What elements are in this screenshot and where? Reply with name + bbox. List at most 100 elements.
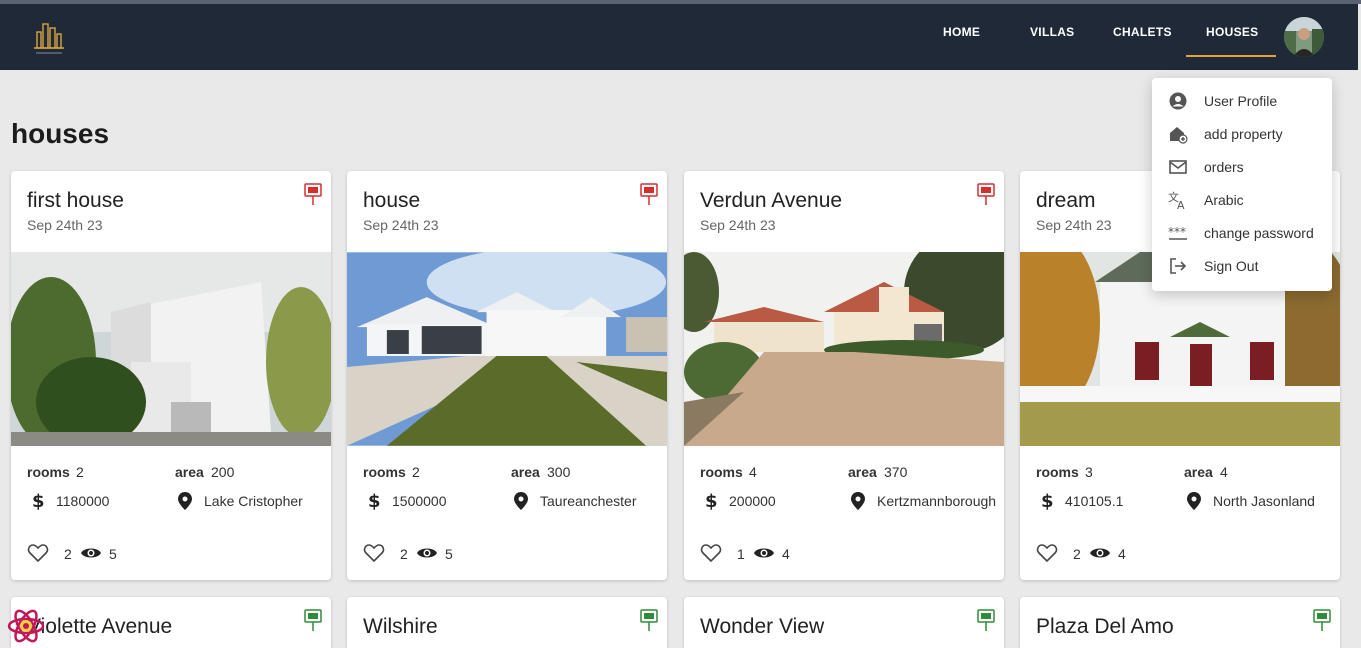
menu-item-user-profile[interactable]: User Profile bbox=[1152, 85, 1332, 118]
nav-houses[interactable]: HOUSES bbox=[1206, 25, 1258, 39]
area-value: 370 bbox=[884, 464, 908, 480]
svg-text:A: A bbox=[1177, 199, 1185, 210]
likes-count: 1 bbox=[737, 546, 745, 562]
views-count: 5 bbox=[109, 546, 117, 562]
property-card[interactable]: Plaza Del Amo bbox=[1020, 597, 1340, 648]
rooms-value: 2 bbox=[412, 464, 420, 480]
svg-text:$: $ bbox=[368, 491, 381, 511]
location-value: North Jasonland bbox=[1213, 493, 1315, 509]
property-photo[interactable] bbox=[347, 252, 667, 446]
card-date: Sep 24th 23 bbox=[27, 217, 103, 233]
price-value: 410105.1 bbox=[1065, 493, 1124, 509]
location-pin-icon bbox=[850, 491, 866, 511]
heart-icon[interactable] bbox=[27, 543, 49, 563]
menu-item-arabic[interactable]: 文A Arabic bbox=[1152, 184, 1332, 217]
likes-count: 2 bbox=[1073, 546, 1081, 562]
for-rent-sign-icon bbox=[976, 608, 996, 632]
dollar-icon: $ bbox=[1038, 491, 1054, 512]
views-count: 5 bbox=[445, 546, 453, 562]
heart-icon[interactable] bbox=[1036, 543, 1058, 563]
rooms-label: rooms bbox=[700, 464, 743, 480]
location-value: Taureanchester bbox=[540, 493, 637, 509]
area-label: area bbox=[511, 464, 540, 480]
rooms-label: rooms bbox=[1036, 464, 1079, 480]
card-date: Sep 24th 23 bbox=[1036, 217, 1112, 233]
mail-icon bbox=[1168, 157, 1188, 177]
views-count: 4 bbox=[1118, 546, 1126, 562]
card-title: house bbox=[363, 189, 421, 212]
menu-item-label: Sign Out bbox=[1204, 258, 1259, 274]
user-dropdown-menu: User Profile add property orders 文A Arab… bbox=[1152, 78, 1332, 291]
price-value: 1180000 bbox=[56, 493, 110, 509]
location-pin-icon bbox=[177, 491, 193, 511]
menu-item-label: orders bbox=[1204, 159, 1244, 175]
card-date: Sep 24th 23 bbox=[700, 217, 776, 233]
password-icon: *** bbox=[1168, 223, 1188, 243]
top-navbar: HOME VILLAS CHALETS HOUSES bbox=[0, 4, 1358, 70]
rooms-value: 2 bbox=[76, 464, 84, 480]
property-photo[interactable] bbox=[11, 252, 331, 446]
add-home-icon bbox=[1168, 124, 1188, 144]
card-title: Verdun Avenue bbox=[700, 189, 843, 212]
nav-active-indicator bbox=[1186, 55, 1276, 57]
card-title: dream bbox=[1036, 189, 1096, 212]
menu-item-sign-out[interactable]: Sign Out bbox=[1152, 250, 1332, 283]
area-label: area bbox=[1184, 464, 1213, 480]
dollar-icon: $ bbox=[365, 491, 381, 512]
card-title: Wilshire bbox=[363, 615, 438, 638]
property-card[interactable]: house Sep 24th 23 rooms 2 area 300 $ 150… bbox=[347, 171, 667, 580]
translate-icon: 文A bbox=[1168, 190, 1188, 212]
rooms-label: rooms bbox=[363, 464, 406, 480]
property-card[interactable]: Wilshire bbox=[347, 597, 667, 648]
for-rent-sign-icon bbox=[1312, 608, 1332, 632]
for-rent-sign-icon bbox=[303, 608, 323, 632]
menu-item-change-password[interactable]: *** change password bbox=[1152, 217, 1332, 250]
heart-icon[interactable] bbox=[363, 543, 385, 563]
rooms-label: rooms bbox=[27, 464, 70, 480]
nav-chalets[interactable]: CHALETS bbox=[1113, 25, 1172, 39]
menu-item-add-property[interactable]: add property bbox=[1152, 118, 1332, 151]
property-card[interactable]: Wonder View bbox=[684, 597, 1004, 648]
react-devtools-icon[interactable] bbox=[6, 606, 46, 646]
card-title: first house bbox=[27, 189, 124, 212]
card-title: Wonder View bbox=[700, 615, 825, 638]
menu-item-orders[interactable]: orders bbox=[1152, 151, 1332, 184]
for-sale-sign-icon bbox=[303, 182, 323, 206]
dollar-icon: $ bbox=[702, 491, 718, 512]
property-card[interactable]: first house Sep 24th 23 rooms 2 area 200… bbox=[11, 171, 331, 580]
property-card[interactable]: Violette Avenue bbox=[11, 597, 331, 648]
eye-icon bbox=[416, 545, 438, 561]
account-circle-icon bbox=[1168, 91, 1188, 111]
menu-item-label: Arabic bbox=[1204, 192, 1244, 208]
price-value: 1500000 bbox=[392, 493, 447, 509]
location-pin-icon bbox=[1186, 491, 1202, 511]
property-card[interactable]: Verdun Avenue Sep 24th 23 rooms 4 area 3… bbox=[684, 171, 1004, 580]
likes-count: 2 bbox=[400, 546, 408, 562]
svg-text:$: $ bbox=[32, 491, 45, 511]
user-avatar[interactable] bbox=[1284, 17, 1324, 57]
for-rent-sign-icon bbox=[639, 608, 659, 632]
eye-icon bbox=[1089, 545, 1111, 561]
page-title: houses bbox=[11, 118, 110, 149]
svg-text:***: *** bbox=[1168, 225, 1186, 239]
brand-logo-icon[interactable] bbox=[28, 14, 70, 58]
for-sale-sign-icon bbox=[976, 182, 996, 206]
dollar-icon: $ bbox=[29, 491, 45, 512]
rooms-value: 3 bbox=[1085, 464, 1093, 480]
views-count: 4 bbox=[782, 546, 790, 562]
nav-villas[interactable]: VILLAS bbox=[1030, 25, 1074, 39]
location-pin-icon bbox=[513, 491, 529, 511]
menu-item-label: User Profile bbox=[1204, 93, 1278, 109]
nav-home[interactable]: HOME bbox=[943, 25, 980, 39]
heart-icon[interactable] bbox=[700, 543, 722, 563]
rooms-value: 4 bbox=[749, 464, 757, 480]
logout-icon bbox=[1168, 256, 1188, 276]
price-value: 200000 bbox=[729, 493, 776, 509]
svg-text:$: $ bbox=[705, 491, 718, 511]
property-photo[interactable] bbox=[684, 252, 1004, 446]
area-value: 200 bbox=[211, 464, 235, 480]
likes-count: 2 bbox=[64, 546, 72, 562]
location-value: Kertzmannborough bbox=[877, 493, 997, 509]
card-date: Sep 24th 23 bbox=[363, 217, 439, 233]
area-value: 4 bbox=[1220, 464, 1228, 480]
